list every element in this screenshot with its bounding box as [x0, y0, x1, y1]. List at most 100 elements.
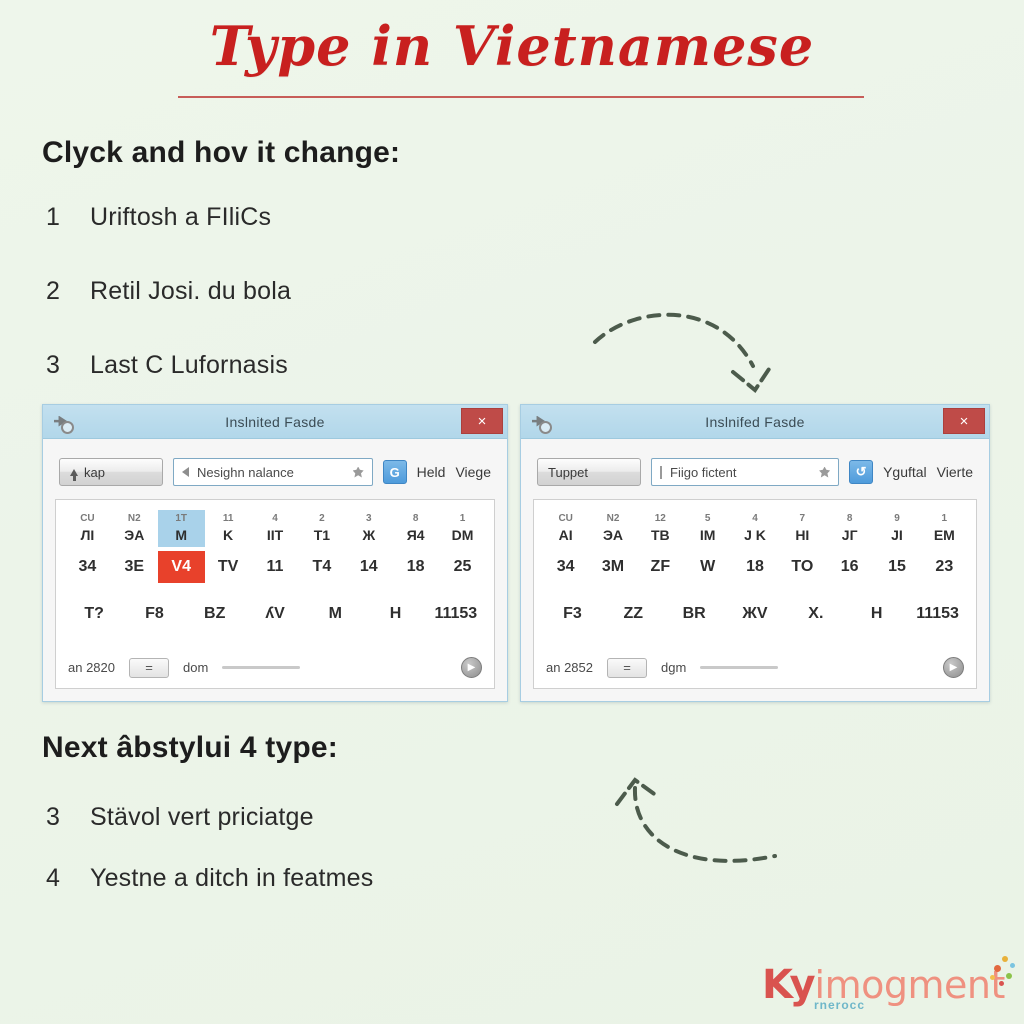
grid-value-cell[interactable]: 11: [252, 551, 299, 583]
tuppet-button[interactable]: Tuppet: [537, 458, 641, 486]
grid-header-cell[interactable]: 5 IM: [684, 510, 731, 547]
equals-button[interactable]: =: [129, 657, 169, 678]
bottom-list-item-1: 3 Stävol vert priciatge: [46, 803, 314, 832]
grid-header-cell[interactable]: CU ЛI: [64, 510, 111, 547]
grid-header-main: ЭA: [124, 526, 145, 543]
search-input[interactable]: Fiigo fictent: [651, 458, 840, 486]
grid-header-cell[interactable]: 3 Ж: [345, 510, 392, 547]
star-blob-icon[interactable]: [352, 466, 364, 478]
grid-header-cell[interactable]: CU AI: [542, 510, 589, 547]
close-icon[interactable]: ×: [461, 408, 503, 434]
grid-value-cell[interactable]: TV: [205, 551, 252, 583]
grid-value-cell[interactable]: BR: [664, 599, 725, 629]
toolbar-link-vierte[interactable]: Vierte: [937, 464, 973, 480]
grid-footer: an 2820 = dom ▶: [64, 657, 486, 680]
grid-header-main: HI: [795, 526, 810, 543]
title-divider: [178, 96, 864, 98]
grid-header-cell[interactable]: 7 HI: [779, 510, 826, 547]
star-blob-icon[interactable]: [819, 466, 831, 478]
grid-header-main: DM: [451, 526, 474, 543]
play-circle-icon[interactable]: ▶: [943, 657, 964, 679]
grid-value-cell[interactable]: 11153: [426, 599, 486, 629]
grid-value-cell[interactable]: 25: [439, 551, 486, 583]
grid-value-cell[interactable]: 18: [392, 551, 439, 583]
grid-value-cell[interactable]: ʎV: [245, 599, 305, 629]
grid-header-main: EM: [933, 526, 955, 543]
window-left-toolbar: kap Nesighn nalance G Held Viege: [59, 455, 491, 489]
grid-value-cell[interactable]: 18: [731, 551, 778, 583]
grid-value-cell[interactable]: 3E: [111, 551, 158, 583]
equals-button[interactable]: =: [607, 657, 647, 678]
toolbar-link-held[interactable]: Held: [417, 464, 446, 480]
grid-header-sup: 8: [846, 513, 853, 524]
logo-prefix: Ky: [762, 962, 816, 1008]
grid-value-cell[interactable]: BZ: [185, 599, 245, 629]
footer-slider-track[interactable]: [700, 666, 779, 670]
grid-value-cell[interactable]: 11153: [907, 599, 968, 629]
kap-button-label: kap: [84, 464, 105, 480]
grid-value-cell[interactable]: 34: [64, 551, 111, 583]
grid-header-sup: 7: [799, 513, 806, 524]
grid-header-cell[interactable]: 1 EM: [921, 510, 968, 547]
grid-value-cell[interactable]: 23: [921, 551, 968, 583]
grid-header-sup: 4: [752, 513, 758, 524]
grid-value-cell[interactable]: H: [365, 599, 425, 629]
grid-header-cell[interactable]: 11 K: [205, 510, 252, 547]
kap-button[interactable]: kap: [59, 458, 163, 486]
search-input[interactable]: Nesighn nalance: [173, 458, 373, 486]
grid-header-cell[interactable]: 12 TB: [637, 510, 684, 547]
grid-header-main: IIT: [266, 526, 284, 543]
window-left-titlebar[interactable]: Inslnited Fasde ×: [43, 405, 507, 439]
grid-value-cell[interactable]: ЖV: [725, 599, 786, 629]
grid-header-cell[interactable]: 9 JI: [873, 510, 920, 547]
grid-header-cell[interactable]: N2 ЭA: [589, 510, 636, 547]
grid-header-cell[interactable]: 4 J K: [731, 510, 778, 547]
top-list-item-2: 2 Retil Josi. du bola: [46, 277, 291, 306]
grid-value-cell[interactable]: T?: [64, 599, 124, 629]
grid-header-sup: CU: [558, 513, 573, 524]
grid-header-cell[interactable]: 8 JГ: [826, 510, 873, 547]
grid-value-cell[interactable]: 14: [345, 551, 392, 583]
grid-value-cell[interactable]: 34: [542, 551, 589, 583]
badge-g-button[interactable]: G: [382, 460, 407, 484]
top-list-item-2-number: 2: [46, 277, 61, 305]
window-right-titlebar[interactable]: Inslnifed Fasde ×: [521, 405, 989, 439]
grid-value-cell[interactable]: ZF: [637, 551, 684, 583]
arrow-bottom-curved-icon: [615, 777, 777, 863]
top-list-item-2-text: Retil Josi. du bola: [90, 277, 292, 305]
window-right[interactable]: Inslnifed Fasde × Tuppet Fiigo fictent ↺…: [520, 404, 990, 703]
grid-value-cell[interactable]: M: [305, 599, 365, 629]
grid-value-cell[interactable]: H: [846, 599, 907, 629]
bottom-list-item-2-text: Yestne a ditch in featmes: [90, 864, 374, 892]
refresh-badge-button[interactable]: ↺: [849, 460, 874, 484]
grid-value-cell-selected[interactable]: V4: [157, 551, 205, 584]
grid-header-cell-selected[interactable]: 1T M: [157, 510, 205, 548]
top-list-item-3-text: Last C Lufornasis: [90, 351, 288, 379]
grid-value-cell[interactable]: 15: [873, 551, 920, 583]
grid-value-cell[interactable]: ZZ: [603, 599, 664, 629]
close-icon[interactable]: ×: [943, 408, 985, 434]
grid-header-cell[interactable]: 4 IIT: [252, 510, 299, 547]
grid-header-sup: 4: [272, 513, 278, 524]
grid-value-cell[interactable]: W: [684, 551, 731, 583]
grid-value-cell[interactable]: F3: [542, 599, 603, 629]
grid-value-cell[interactable]: 16: [826, 551, 873, 583]
grid-header-cell[interactable]: N2 ЭA: [111, 510, 158, 547]
top-list-item-3-number: 3: [46, 351, 61, 379]
grid-header-main: ЛI: [80, 526, 95, 543]
grid-value-cell[interactable]: F8: [124, 599, 184, 629]
footer-slider-track[interactable]: [222, 666, 301, 670]
window-left-title: Inslnited Fasde: [225, 413, 325, 430]
grid-value-cell[interactable]: TO: [779, 551, 826, 583]
grid-value-row: 34 3M ZF W 18 TO 16 15 23: [542, 551, 968, 583]
grid-value-cell[interactable]: X.: [785, 599, 846, 629]
grid-header-cell[interactable]: 8 Я4: [392, 510, 439, 547]
toolbar-link-viege[interactable]: Viege: [455, 464, 491, 480]
play-circle-icon[interactable]: ▶: [461, 657, 482, 679]
grid-header-cell[interactable]: 1 DM: [439, 510, 486, 547]
window-left[interactable]: Inslnited Fasde × kap Nesighn nalance G …: [42, 404, 508, 703]
toolbar-link-yguftal[interactable]: Yguftal: [883, 464, 927, 480]
grid-header-cell[interactable]: 2 T1: [298, 510, 345, 547]
grid-value-cell[interactable]: T4: [298, 551, 345, 583]
grid-value-cell[interactable]: 3M: [589, 551, 636, 583]
